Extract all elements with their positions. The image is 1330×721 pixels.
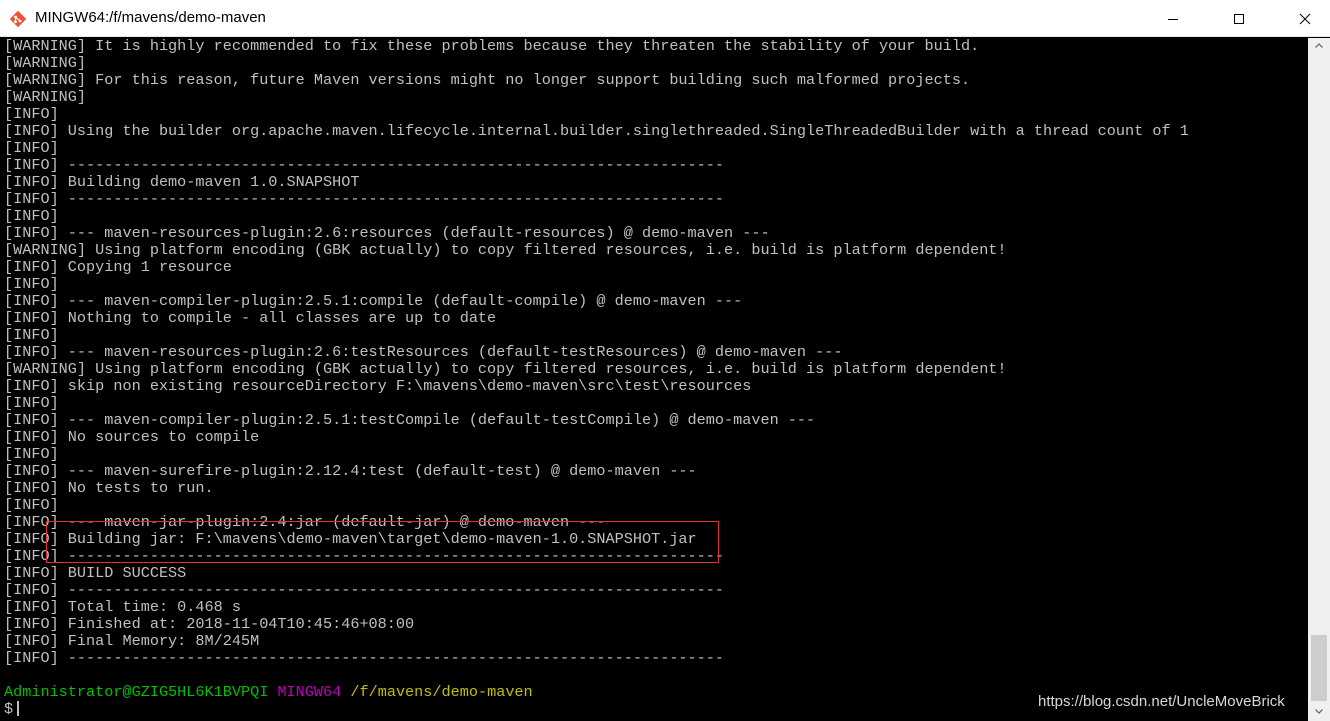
terminal-line: [INFO]: [4, 139, 59, 157]
terminal-line: [INFO] ---------------------------------…: [4, 190, 725, 208]
terminal-line: [INFO] --- maven-resources-plugin:2.6:te…: [4, 343, 843, 361]
terminal-line: [INFO] ---------------------------------…: [4, 156, 725, 174]
terminal-line: [WARNING]: [4, 54, 87, 72]
terminal-line: [INFO] No sources to compile: [4, 428, 260, 446]
terminal-line: [WARNING] It is highly recommended to fi…: [4, 38, 980, 55]
terminal-line: [INFO]: [4, 445, 59, 463]
terminal-line: [INFO] ---------------------------------…: [4, 649, 725, 667]
terminal-output[interactable]: [WARNING] It is highly recommended to fi…: [0, 38, 1308, 721]
prompt-symbol: $: [4, 700, 14, 718]
close-button[interactable]: [1282, 0, 1328, 37]
terminal-line: [INFO] BUILD SUCCESS: [4, 564, 187, 582]
terminal-line: [INFO]: [4, 275, 59, 293]
prompt-path: /f/mavens/demo-maven: [350, 683, 533, 701]
terminal-line: [INFO] --- maven-surefire-plugin:2.12.4:…: [4, 462, 697, 480]
terminal-line: [INFO]: [4, 207, 59, 225]
terminal-line: [INFO] skip non existing resourceDirecto…: [4, 377, 752, 395]
terminal-line: [INFO]: [4, 326, 59, 344]
terminal-line: [INFO] Finished at: 2018-11-04T10:45:46+…: [4, 615, 415, 633]
close-icon: [1299, 13, 1311, 25]
minimize-button[interactable]: [1150, 0, 1196, 37]
minimize-icon: [1168, 19, 1178, 20]
terminal-line: [INFO]: [4, 394, 59, 412]
git-bash-icon[interactable]: [9, 10, 27, 28]
chevron-down-icon: [1315, 709, 1323, 714]
maximize-icon: [1234, 14, 1244, 24]
terminal-line: [INFO] Building demo-maven 1.0.SNAPSHOT: [4, 173, 360, 191]
window-title: MINGW64:/f/mavens/demo-maven: [35, 9, 266, 26]
terminal-line: [WARNING] Using platform encoding (GBK a…: [4, 241, 1007, 259]
terminal-line: [INFO] Copying 1 resource: [4, 258, 232, 276]
terminal-line: [INFO] --- maven-resources-plugin:2.6:re…: [4, 224, 770, 242]
prompt-system: MINGW64: [277, 683, 342, 701]
command-input-line[interactable]: $: [4, 700, 20, 718]
terminal-line: [INFO] Using the builder org.apache.mave…: [4, 122, 1189, 140]
prompt-user: Administrator@GZIG5HL6K1BVPQI: [4, 683, 269, 701]
terminal-line: [INFO] ---------------------------------…: [4, 581, 725, 599]
terminal-line: [INFO]: [4, 105, 59, 123]
terminal-line: [INFO] --- maven-compiler-plugin:2.5.1:c…: [4, 292, 743, 310]
terminal-line: [WARNING] Using platform encoding (GBK a…: [4, 360, 1007, 378]
terminal-lines: [WARNING] It is highly recommended to fi…: [4, 38, 1189, 667]
scroll-thumb[interactable]: [1311, 635, 1327, 701]
watermark: https://blog.csdn.net/UncleMoveBrick: [1038, 693, 1285, 710]
vertical-scrollbar[interactable]: [1308, 38, 1330, 721]
terminal-line: [WARNING] For this reason, future Maven …: [4, 71, 971, 89]
terminal-line: [INFO] Nothing to compile - all classes …: [4, 309, 497, 327]
terminal-line: [INFO]: [4, 496, 59, 514]
title-bar: MINGW64:/f/mavens/demo-maven: [0, 0, 1330, 37]
terminal-line: [INFO] Total time: 0.468 s: [4, 598, 241, 616]
terminal-line: [INFO] Final Memory: 8M/245M: [4, 632, 260, 650]
prompt-line: Administrator@GZIG5HL6K1BVPQI MINGW64 /f…: [4, 684, 533, 701]
terminal-line: [INFO] --- maven-compiler-plugin:2.5.1:t…: [4, 411, 816, 429]
scroll-down-button[interactable]: [1308, 704, 1330, 721]
chevron-up-icon: [1315, 43, 1323, 48]
highlight-annotation: [46, 521, 719, 563]
terminal-line: [INFO] No tests to run.: [4, 479, 214, 497]
maximize-button[interactable]: [1216, 0, 1262, 37]
text-cursor: [17, 701, 20, 717]
scroll-up-button[interactable]: [1308, 38, 1330, 55]
terminal-line: [WARNING]: [4, 88, 87, 106]
